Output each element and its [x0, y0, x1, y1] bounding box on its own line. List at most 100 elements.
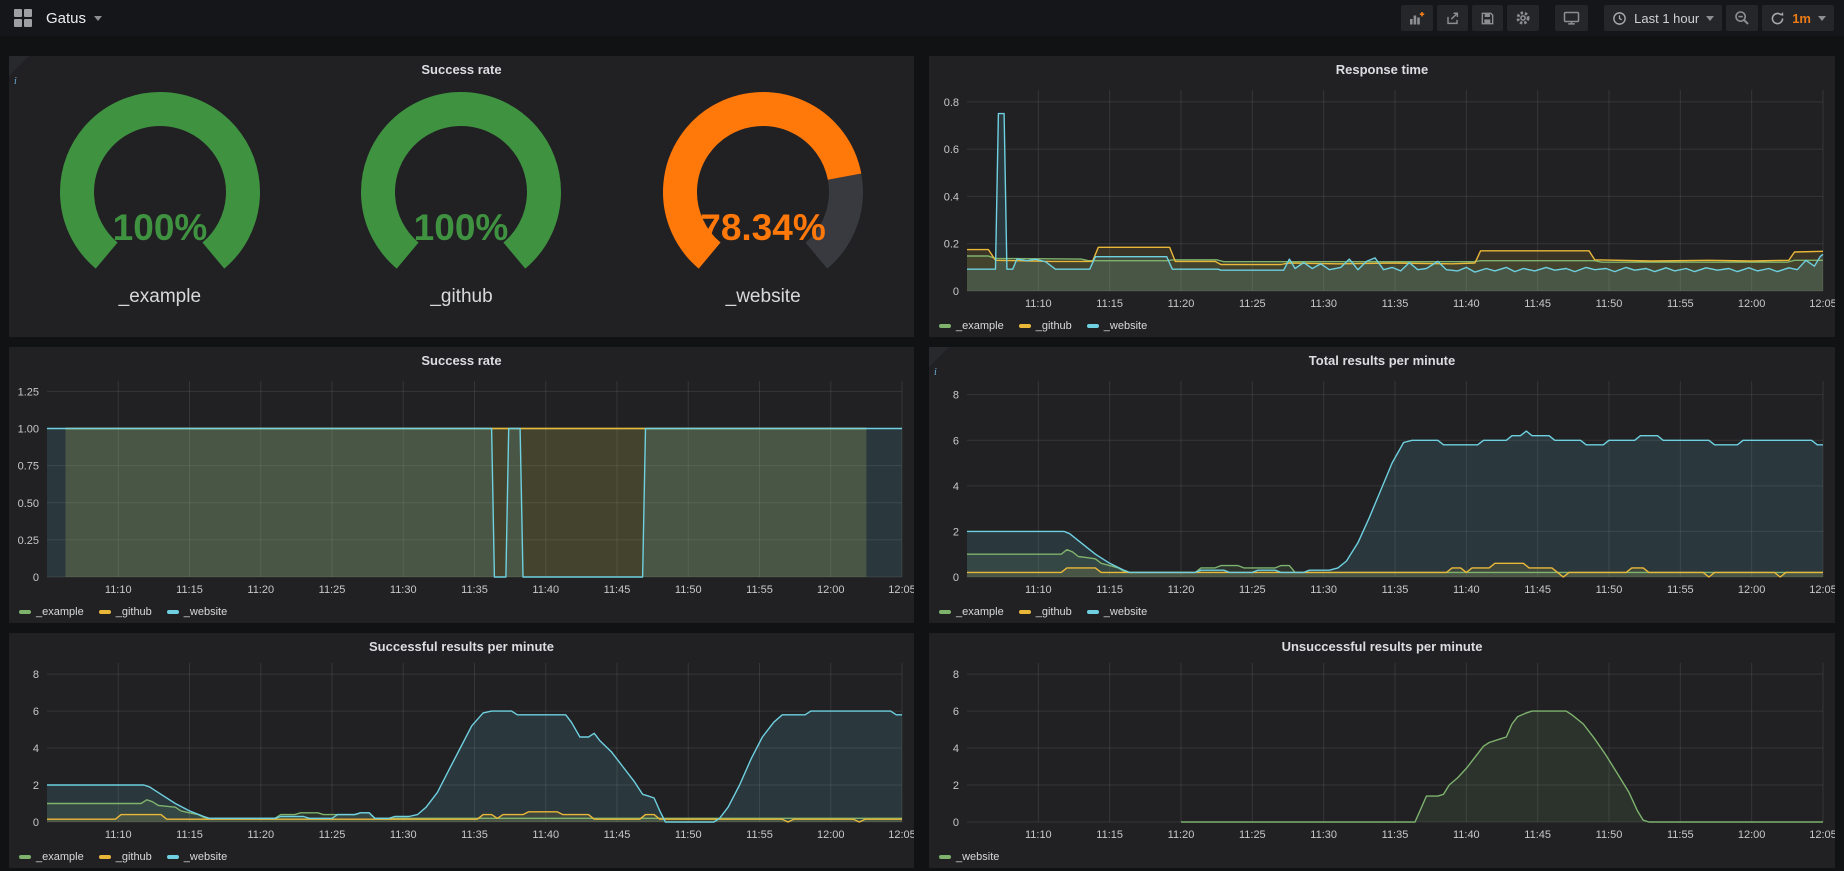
x-axis-tick: 11:15 [1096, 829, 1123, 841]
caret-down-icon [1818, 16, 1826, 21]
x-axis-tick: 11:30 [390, 829, 417, 841]
add-panel-button[interactable] [1401, 5, 1433, 31]
panel-info-icon: i [14, 77, 17, 87]
legend-item-example[interactable]: _example [19, 606, 84, 618]
panel-info-corner[interactable]: i [9, 56, 29, 76]
x-axis-tick: 11:50 [1596, 584, 1623, 596]
gauge-row: 100% _example 100%_github 78.34%_website [9, 84, 914, 308]
legend-item-website[interactable]: _website [1087, 320, 1147, 332]
chart-canvas[interactable]: 00.20.40.60.811:1011:1511:2011:2511:3011… [929, 56, 1835, 337]
series-area-website [47, 711, 902, 822]
series-area-website [47, 429, 902, 578]
legend-item-example[interactable]: _example [19, 851, 84, 863]
legend: _example _github _website [939, 606, 1147, 618]
x-axis-tick: 11:55 [746, 584, 773, 596]
dashboard-title: Gatus [46, 10, 86, 27]
gauge-value: 100% [113, 207, 208, 248]
x-axis-tick: 11:50 [675, 584, 702, 596]
x-axis-tick: 11:50 [1596, 298, 1623, 310]
legend: _example _github _website [19, 851, 227, 863]
y-axis-tick: 1.25 [18, 386, 39, 398]
y-axis-tick: 0.6 [944, 144, 959, 156]
legend-item-github[interactable]: _github [99, 606, 152, 618]
y-axis-tick: 0 [953, 572, 959, 584]
clock-icon [1612, 11, 1627, 26]
share-dashboard-button[interactable] [1437, 5, 1468, 31]
gauge-series-label: _example [119, 286, 201, 308]
legend-marker-icon [939, 855, 951, 859]
x-axis-tick: 11:30 [1310, 584, 1337, 596]
top-navbar: Gatus Last 1 hour [0, 0, 1844, 36]
chart-canvas[interactable]: 00.250.500.751.001.2511:1011:1511:2011:2… [9, 347, 914, 623]
refresh-picker-button[interactable]: 1m [1762, 5, 1834, 31]
x-axis-tick: 11:25 [1239, 298, 1266, 310]
x-axis-tick: 11:45 [1524, 829, 1551, 841]
legend-marker-icon [167, 610, 179, 614]
x-axis-tick: 11:35 [1382, 584, 1409, 596]
x-axis-tick: 11:10 [105, 584, 132, 596]
zoom-out-button[interactable] [1726, 5, 1758, 31]
panel-title[interactable]: Success rate [9, 56, 914, 84]
refresh-interval-label: 1m [1792, 11, 1811, 26]
y-axis-tick: 4 [953, 743, 959, 755]
x-axis-tick: 11:15 [1096, 584, 1123, 596]
legend-item-github[interactable]: _github [1019, 320, 1072, 332]
navbar-right: Last 1 hour 1m [1397, 5, 1834, 31]
gauge-arc: 78.34% [638, 88, 888, 284]
x-axis-tick: 12:05 [888, 829, 914, 841]
y-axis-tick: 4 [953, 481, 959, 493]
legend-marker-icon [167, 855, 179, 859]
legend-series-name: _example [956, 606, 1004, 618]
x-axis-tick: 11:30 [390, 584, 417, 596]
legend-item-example[interactable]: _example [939, 320, 1004, 332]
x-axis-tick: 11:50 [675, 829, 702, 841]
x-axis-tick: 11:45 [604, 584, 631, 596]
legend-series-name: _example [36, 851, 84, 863]
dashboard-grid: Success ratei 100% _example 100%_github 78.3… [0, 36, 1844, 871]
chart-canvas[interactable]: 0246811:1011:1511:2011:2511:3011:3511:40… [9, 633, 914, 868]
panel-unsuccessful-results-per-minute-5: Unsuccessful results per minute0246811:1… [929, 633, 1835, 868]
gauge-series-label: _website [726, 286, 801, 308]
x-axis-tick: 11:55 [1667, 584, 1694, 596]
legend-marker-icon [99, 610, 111, 614]
legend-marker-icon [19, 855, 31, 859]
series-area-website [1181, 711, 1823, 822]
caret-down-icon [1706, 16, 1714, 21]
x-axis-tick: 11:20 [247, 829, 274, 841]
legend-marker-icon [939, 610, 951, 614]
caret-down-icon [94, 16, 102, 21]
legend-item-website[interactable]: _website [167, 606, 227, 618]
chart-canvas[interactable]: 0246811:1011:1511:2011:2511:3011:3511:40… [929, 633, 1835, 868]
x-axis-tick: 11:25 [319, 829, 346, 841]
x-axis-tick: 12:00 [1738, 829, 1766, 841]
y-axis-tick: 0.50 [18, 498, 39, 510]
x-axis-tick: 12:00 [1738, 584, 1766, 596]
x-axis-tick: 11:50 [1596, 829, 1623, 841]
gauge-series-label: _github [430, 286, 492, 308]
save-icon [1480, 11, 1495, 26]
legend-marker-icon [1087, 610, 1099, 614]
chart-canvas[interactable]: 0246811:1011:1511:2011:2511:3011:3511:40… [929, 347, 1835, 623]
legend-item-github[interactable]: _github [99, 851, 152, 863]
legend-item-github[interactable]: _github [1019, 606, 1072, 618]
cycle-view-button[interactable] [1555, 5, 1588, 31]
legend-series-name: _website [1104, 606, 1147, 618]
y-axis-tick: 0 [33, 572, 39, 584]
x-axis-tick: 11:15 [176, 584, 203, 596]
legend-item-website[interactable]: _website [939, 851, 999, 863]
x-axis-tick: 11:55 [1667, 298, 1694, 310]
legend-item-website[interactable]: _website [1087, 606, 1147, 618]
x-axis-tick: 11:40 [532, 584, 559, 596]
save-dashboard-button[interactable] [1472, 5, 1503, 31]
time-range-picker-button[interactable]: Last 1 hour [1604, 5, 1722, 31]
dashboard-settings-button[interactable] [1507, 5, 1539, 31]
refresh-icon [1770, 11, 1785, 26]
legend-item-website[interactable]: _website [167, 851, 227, 863]
dashboards-menu-button[interactable] [10, 5, 36, 31]
settings-gear-icon [1515, 10, 1531, 26]
legend-series-name: _github [1036, 606, 1072, 618]
gauge-github: 100%_github [336, 88, 586, 308]
legend-item-example[interactable]: _example [939, 606, 1004, 618]
panel-successful-results-per-minute-4: Successful results per minute0246811:101… [9, 633, 914, 868]
dashboard-title-button[interactable]: Gatus [46, 10, 102, 27]
